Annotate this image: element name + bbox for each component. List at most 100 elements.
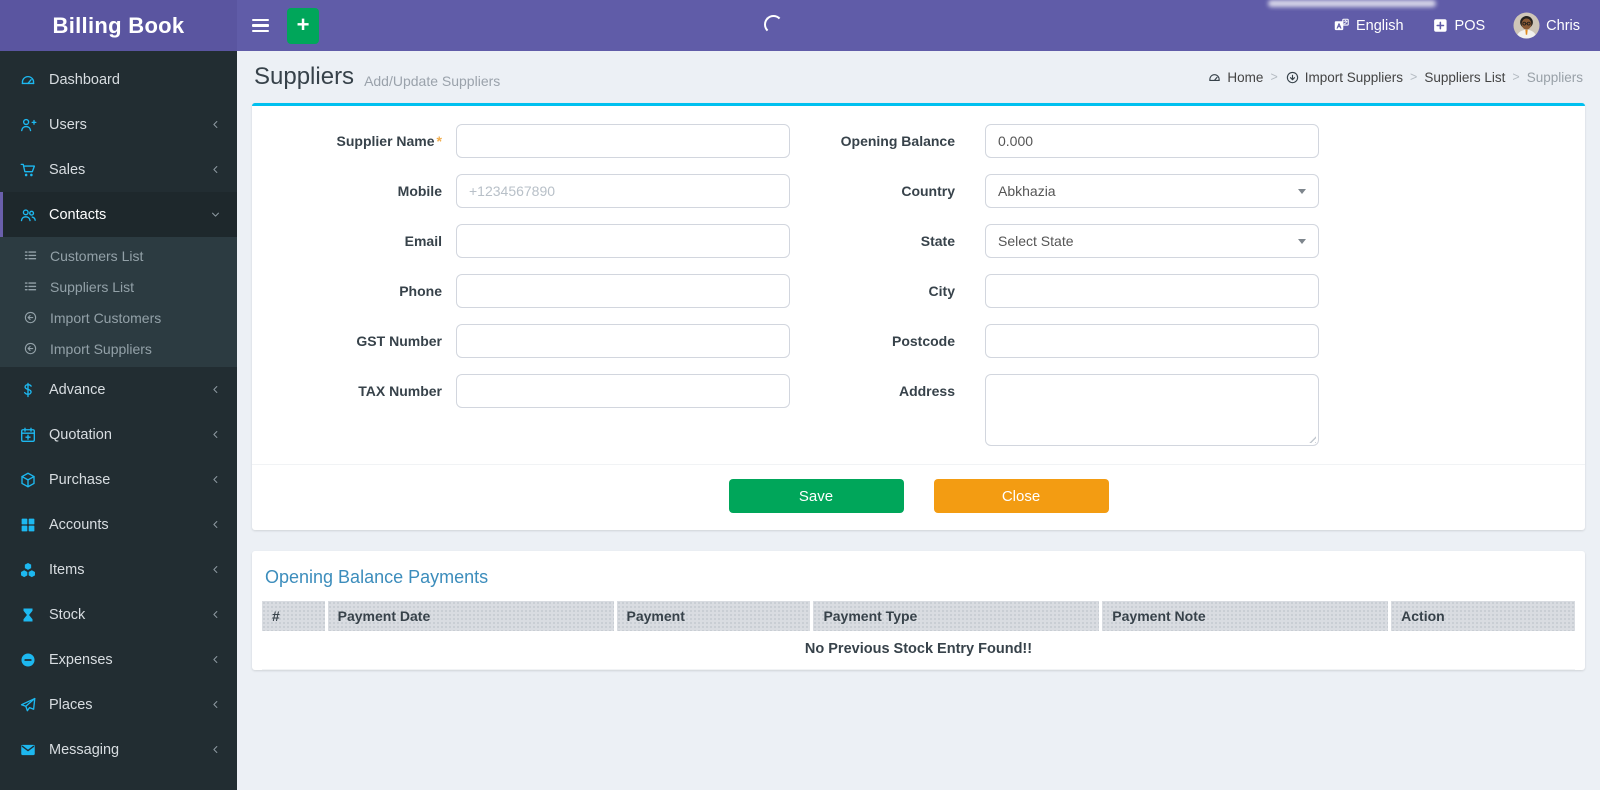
sidebar-subitem-label: Import Suppliers bbox=[50, 341, 152, 357]
supplier-form: Supplier Name*MobileEmailPhoneGST Number… bbox=[252, 106, 1585, 464]
tax-number-input[interactable] bbox=[456, 374, 790, 408]
sidebar-item-messaging[interactable]: Messaging bbox=[0, 727, 237, 772]
supplier-name-label: Supplier Name* bbox=[277, 124, 442, 149]
save-button[interactable]: Save bbox=[729, 479, 904, 513]
language-menu[interactable]: English bbox=[1333, 17, 1404, 34]
gst-number-control bbox=[456, 324, 790, 358]
phone-input[interactable] bbox=[456, 274, 790, 308]
sidebar-item-label: Expenses bbox=[49, 652, 113, 668]
postcode-input[interactable] bbox=[985, 324, 1319, 358]
email-input[interactable] bbox=[456, 224, 790, 258]
form-row-tax-number: TAX Number bbox=[277, 374, 790, 408]
form-row-opening-balance: Opening Balance bbox=[790, 124, 1335, 158]
form-row-email: Email bbox=[277, 224, 790, 258]
sidebar-item-label: Contacts bbox=[49, 207, 106, 223]
user-plus-icon bbox=[18, 115, 38, 135]
hamburger-icon[interactable] bbox=[237, 0, 283, 51]
mobile-control bbox=[456, 174, 790, 208]
chevron-down-icon bbox=[209, 208, 222, 221]
address-textarea[interactable] bbox=[985, 374, 1319, 446]
form-row-phone: Phone bbox=[277, 274, 790, 308]
phone-control bbox=[456, 274, 790, 308]
state-control: Select State bbox=[985, 224, 1319, 258]
form-row-postcode: Postcode bbox=[790, 324, 1335, 358]
pos-button[interactable]: POS bbox=[1432, 17, 1486, 34]
country-select[interactable]: Abkhazia bbox=[985, 174, 1319, 208]
payments-table-header-row: #Payment DatePaymentPayment TypePayment … bbox=[262, 601, 1575, 631]
breadcrumb-item-import-suppliers[interactable]: Import Suppliers bbox=[1285, 67, 1403, 87]
breadcrumb-label: Home bbox=[1227, 70, 1263, 85]
close-button[interactable]: Close bbox=[934, 479, 1109, 513]
chevron-left-icon bbox=[209, 473, 222, 486]
sidebar-item-purchase[interactable]: Purchase bbox=[0, 457, 237, 502]
supplier-name-input[interactable] bbox=[456, 124, 790, 158]
state-label: State bbox=[790, 224, 955, 249]
breadcrumb: Home>Import Suppliers>Suppliers List>Sup… bbox=[1207, 67, 1583, 87]
breadcrumb-item-home[interactable]: Home bbox=[1207, 67, 1263, 87]
empty-table-message: No Previous Stock Entry Found!! bbox=[262, 631, 1575, 670]
opening-balance-input[interactable] bbox=[985, 124, 1319, 158]
sidebar-subitem-import-customers[interactable]: Import Customers bbox=[0, 302, 237, 333]
country-control: Abkhazia bbox=[985, 174, 1319, 208]
sidebar-item-label: Messaging bbox=[49, 742, 119, 758]
required-asterisk: * bbox=[437, 133, 442, 149]
form-row-state: State Select State bbox=[790, 224, 1335, 258]
sidebar-item-accounts[interactable]: Accounts bbox=[0, 502, 237, 547]
sidebar-item-sales[interactable]: Sales bbox=[0, 147, 237, 192]
payments-table: #Payment DatePaymentPayment TypePayment … bbox=[262, 601, 1575, 670]
chevron-left-icon bbox=[209, 563, 222, 576]
sidebar-item-quotation[interactable]: Quotation bbox=[0, 412, 237, 457]
gst-number-label: GST Number bbox=[277, 324, 442, 349]
sidebar-item-places[interactable]: Places bbox=[0, 682, 237, 727]
state-select[interactable]: Select State bbox=[985, 224, 1319, 258]
chevron-left-icon bbox=[209, 383, 222, 396]
mobile-input[interactable] bbox=[456, 174, 790, 208]
form-row-supplier-name: Supplier Name* bbox=[277, 124, 790, 158]
tax-number-control bbox=[456, 374, 790, 408]
chevron-left-icon bbox=[209, 518, 222, 531]
app-logo[interactable]: Billing Book bbox=[0, 0, 237, 51]
breadcrumb-label: Suppliers List bbox=[1424, 70, 1505, 85]
minus-circle-icon bbox=[18, 650, 38, 670]
phone-label: Phone bbox=[277, 274, 442, 299]
form-right-column: Opening BalanceCountryAbkhaziaStateSelec… bbox=[790, 124, 1335, 462]
sidebar-item-stock[interactable]: Stock bbox=[0, 592, 237, 637]
gst-number-input[interactable] bbox=[456, 324, 790, 358]
sidebar-item-advance[interactable]: Advance bbox=[0, 367, 237, 412]
user-menu[interactable]: Chris bbox=[1513, 12, 1580, 39]
sidebar-subitem-import-suppliers[interactable]: Import Suppliers bbox=[0, 333, 237, 364]
page-subtitle: Add/Update Suppliers bbox=[364, 66, 500, 89]
breadcrumb-item-suppliers: Suppliers bbox=[1527, 70, 1583, 85]
quick-add-button[interactable]: + bbox=[287, 8, 319, 44]
language-icon bbox=[1333, 17, 1350, 34]
user-name: Chris bbox=[1546, 18, 1580, 34]
sidebar-subitem-suppliers-list[interactable]: Suppliers List bbox=[0, 271, 237, 302]
top-navbar: + English bbox=[237, 0, 1600, 51]
sidebar-subitem-customers-list[interactable]: Customers List bbox=[0, 240, 237, 271]
breadcrumb-item-suppliers-list[interactable]: Suppliers List bbox=[1424, 70, 1505, 85]
arrow-circle-left-icon bbox=[20, 339, 40, 359]
sidebar-item-items[interactable]: Items bbox=[0, 547, 237, 592]
sidebar-item-dashboard[interactable]: Dashboard bbox=[0, 57, 237, 102]
cube-icon bbox=[18, 470, 38, 490]
tax-number-label: TAX Number bbox=[277, 374, 442, 399]
screen-glare-artifact bbox=[1268, 0, 1436, 7]
arrow-circle-down-icon bbox=[1285, 67, 1300, 87]
column-header-payment-note: Payment Note bbox=[1102, 601, 1391, 631]
chevron-left-icon bbox=[209, 698, 222, 711]
sidebar-item-label: Dashboard bbox=[49, 72, 120, 88]
opening-balance-control bbox=[985, 124, 1319, 158]
caret-down-icon bbox=[1298, 239, 1306, 244]
top-header: Billing Book + English bbox=[0, 0, 1600, 51]
sidebar-item-expenses[interactable]: Expenses bbox=[0, 637, 237, 682]
sidebar-item-label: Quotation bbox=[49, 427, 112, 443]
paper-plane-icon bbox=[18, 695, 38, 715]
column-header-payment-type: Payment Type bbox=[813, 601, 1102, 631]
chevron-left-icon bbox=[209, 653, 222, 666]
sidebar-item-users[interactable]: Users bbox=[0, 102, 237, 147]
sidebar-item-contacts[interactable]: Contacts bbox=[0, 192, 237, 237]
column-header-action: Action bbox=[1391, 601, 1575, 631]
page-title: Suppliers bbox=[254, 63, 354, 91]
th-large-icon bbox=[18, 515, 38, 535]
city-input[interactable] bbox=[985, 274, 1319, 308]
